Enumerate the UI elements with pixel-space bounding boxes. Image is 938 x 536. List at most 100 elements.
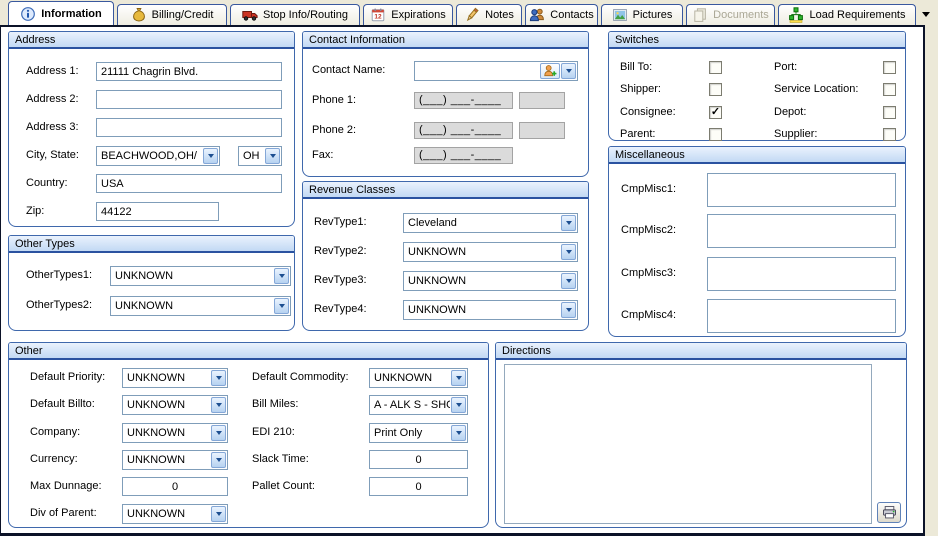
address-group-title: Address <box>9 32 294 49</box>
chevron-down-icon[interactable] <box>561 215 576 231</box>
cmpmisc3-input[interactable] <box>707 257 896 291</box>
othertypes2-value: UNKNOWN <box>111 300 273 312</box>
zip-label: Zip: <box>26 205 44 217</box>
phone1-input: (___) ___-____ <box>414 92 513 109</box>
revtype3-value: UNKNOWN <box>404 275 560 287</box>
revtype4-combo[interactable]: UNKNOWN <box>403 300 578 320</box>
default-commodity-combo[interactable]: UNKNOWN <box>369 368 468 388</box>
revtype4-label: RevType4: <box>314 303 367 315</box>
revtype2-combo[interactable]: UNKNOWN <box>403 242 578 262</box>
tab-label: Expirations <box>391 9 445 21</box>
max-dunnage-input[interactable] <box>122 477 228 496</box>
tab-billing-credit[interactable]: Billing/Credit <box>117 4 227 25</box>
state-combo[interactable]: OH <box>238 146 282 166</box>
chevron-down-icon[interactable] <box>203 148 218 164</box>
tab-overflow-button[interactable] <box>919 8 933 20</box>
revenue-classes-group: Revenue Classes RevType1: Cleveland RevT… <box>302 181 589 331</box>
service-location-label: Service Location: <box>774 83 858 95</box>
print-directions-button[interactable] <box>877 502 901 523</box>
chevron-down-icon[interactable] <box>451 425 466 441</box>
billing-icon <box>131 7 147 23</box>
tab-expirations[interactable]: 12 Expirations <box>363 4 453 25</box>
pallet-count-input[interactable] <box>369 477 468 496</box>
chevron-down-icon[interactable] <box>561 244 576 260</box>
cmpmisc4-input[interactable] <box>707 299 896 333</box>
edi-210-combo[interactable]: Print Only <box>369 423 468 443</box>
max-dunnage-label: Max Dunnage: <box>30 480 102 492</box>
chevron-down-icon[interactable] <box>211 506 226 522</box>
chevron-down-icon[interactable] <box>561 273 576 289</box>
city-state-label: City, State: <box>26 149 79 161</box>
chevron-down-icon[interactable] <box>561 302 576 318</box>
depot-checkbox[interactable] <box>883 106 896 119</box>
other-types-group-title: Other Types <box>9 236 294 253</box>
bill-miles-combo[interactable]: A - ALK S - SHO <box>369 395 468 415</box>
fax-input: (___) ___-____ <box>414 147 513 164</box>
chevron-down-icon[interactable] <box>451 397 466 413</box>
service-location-checkbox[interactable] <box>883 83 896 96</box>
chevron-down-icon[interactable] <box>211 397 226 413</box>
billto-label: Bill To: <box>620 61 652 73</box>
phone2-label: Phone 2: <box>312 124 356 136</box>
currency-combo[interactable]: UNKNOWN <box>122 450 228 470</box>
billto-checkbox[interactable] <box>709 61 722 74</box>
consignee-checkbox[interactable] <box>709 106 722 119</box>
country-input[interactable] <box>96 174 282 193</box>
tab-label: Contacts <box>550 9 593 21</box>
currency-value: UNKNOWN <box>123 454 210 466</box>
address2-input[interactable] <box>96 90 282 109</box>
company-combo[interactable]: UNKNOWN <box>122 423 228 443</box>
tab-stop-info-routing[interactable]: Stop Info/Routing <box>230 4 360 25</box>
port-checkbox[interactable] <box>883 61 896 74</box>
default-priority-combo[interactable]: UNKNOWN <box>122 368 228 388</box>
notes-icon <box>464 7 480 23</box>
revtype4-value: UNKNOWN <box>404 304 560 316</box>
tab-pictures[interactable]: Pictures <box>601 4 683 25</box>
chevron-down-icon[interactable] <box>274 268 289 284</box>
address1-input[interactable] <box>96 62 282 81</box>
revtype1-combo[interactable]: Cleveland <box>403 213 578 233</box>
slack-time-label: Slack Time: <box>252 453 309 465</box>
supplier-checkbox[interactable] <box>883 128 896 141</box>
slack-time-input[interactable] <box>369 450 468 469</box>
chevron-down-icon[interactable] <box>451 370 466 386</box>
chevron-down-icon[interactable] <box>211 370 226 386</box>
add-contact-button[interactable] <box>540 63 560 79</box>
revtype2-value: UNKNOWN <box>404 246 560 258</box>
default-billto-value: UNKNOWN <box>123 399 210 411</box>
othertypes1-combo[interactable]: UNKNOWN <box>110 266 291 286</box>
pallet-count-label: Pallet Count: <box>252 480 315 492</box>
chevron-down-icon[interactable] <box>561 63 576 79</box>
default-billto-label: Default Billto: <box>30 398 95 410</box>
chevron-down-icon[interactable] <box>274 298 289 314</box>
tab-notes[interactable]: Notes <box>456 4 522 25</box>
parent-checkbox[interactable] <box>709 128 722 141</box>
revtype3-combo[interactable]: UNKNOWN <box>403 271 578 291</box>
shipper-checkbox[interactable] <box>709 83 722 96</box>
directions-textarea[interactable] <box>504 364 872 524</box>
address1-label: Address 1: <box>26 65 79 77</box>
zip-input[interactable] <box>96 202 219 221</box>
chevron-down-icon[interactable] <box>211 452 226 468</box>
other-group: Other Default Priority: UNKNOWN Default … <box>8 342 489 528</box>
chevron-down-icon[interactable] <box>211 425 226 441</box>
chevron-down-icon[interactable] <box>265 148 280 164</box>
default-billto-combo[interactable]: UNKNOWN <box>122 395 228 415</box>
tab-contacts[interactable]: Contacts <box>525 4 598 25</box>
supplier-label: Supplier: <box>774 128 817 140</box>
contact-name-combo[interactable] <box>414 61 578 81</box>
cmpmisc2-label: CmpMisc2: <box>621 224 676 236</box>
cmpmisc1-input[interactable] <box>707 173 896 207</box>
tab-load-requirements[interactable]: Load Requirements <box>778 4 916 25</box>
city-combo[interactable]: BEACHWOOD,OH/ <box>96 146 220 166</box>
tab-documents: Documents <box>686 4 775 25</box>
othertypes2-combo[interactable]: UNKNOWN <box>110 296 291 316</box>
cmpmisc2-input[interactable] <box>707 214 896 248</box>
bill-miles-label: Bill Miles: <box>252 398 298 410</box>
other-types-group: Other Types OtherTypes1: UNKNOWN OtherTy… <box>8 235 295 331</box>
div-of-parent-combo[interactable]: UNKNOWN <box>122 504 228 524</box>
tab-information[interactable]: Information <box>8 1 114 25</box>
person-add-icon <box>543 64 557 78</box>
revtype2-label: RevType2: <box>314 245 367 257</box>
address3-input[interactable] <box>96 118 282 137</box>
